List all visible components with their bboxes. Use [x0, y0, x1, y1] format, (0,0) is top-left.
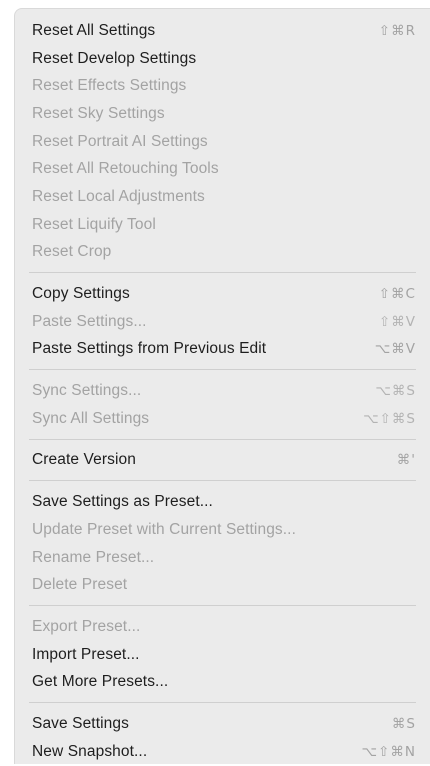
- menu-group-version: Create Version ⌘': [15, 447, 430, 475]
- menu-item-new-snapshot[interactable]: New Snapshot... ⌥⇧⌘N: [15, 738, 430, 766]
- menu-item-label: Get More Presets...: [32, 673, 169, 691]
- menu-item-shortcut: ⇧⌘V: [378, 313, 416, 330]
- menu-item-reset-sky-settings[interactable]: Reset Sky Settings: [15, 100, 430, 128]
- menu-item-label: New Snapshot...: [32, 742, 148, 760]
- menu-group-reset: Reset All Settings ⇧⌘R Reset Develop Sett…: [15, 17, 430, 266]
- menu-item-paste-settings[interactable]: Paste Settings... ⇧⌘V: [15, 308, 430, 336]
- menu-item-reset-all-settings[interactable]: Reset All Settings ⇧⌘R: [15, 17, 430, 45]
- menu-group-preset: Save Settings as Preset... Update Preset…: [15, 488, 430, 599]
- menu-separator: [29, 480, 416, 482]
- menu-item-shortcut: ⌥⇧⌘N: [361, 743, 416, 760]
- menu-item-shortcut: ⌘S: [391, 715, 416, 732]
- menu-item-label: Save Settings: [32, 714, 129, 732]
- menu-item-label: Sync Settings...: [32, 382, 142, 400]
- menu-item-delete-preset[interactable]: Delete Preset: [15, 571, 430, 599]
- menu-item-label: Paste Settings from Previous Edit: [32, 340, 267, 358]
- menu-separator: [29, 369, 416, 371]
- menu-item-create-version[interactable]: Create Version ⌘': [15, 447, 430, 475]
- menu-item-shortcut: ⌥⌘S: [375, 383, 416, 400]
- menu-item-label: Reset Portrait AI Settings: [32, 132, 208, 150]
- menu-item-shortcut: ⌥⌘V: [374, 341, 416, 358]
- menu-separator: [29, 605, 416, 607]
- menu-group-sync: Sync Settings... ⌥⌘S Sync All Settings ⌥⇧⌘…: [15, 377, 430, 432]
- menu-item-label: Export Preset...: [32, 617, 141, 635]
- menu-item-reset-liquify-tool[interactable]: Reset Liquify Tool: [15, 211, 430, 239]
- menu-item-label: Import Preset...: [32, 645, 140, 663]
- menu-item-get-more-presets[interactable]: Get More Presets...: [15, 668, 430, 696]
- menu-item-label: Rename Preset...: [32, 548, 155, 566]
- menu-item-label: Paste Settings...: [32, 312, 147, 330]
- menu-item-label: Reset All Settings: [32, 21, 156, 39]
- menu-item-sync-all-settings[interactable]: Sync All Settings ⌥⇧⌘S: [15, 405, 430, 433]
- menu-item-label: Create Version: [32, 451, 136, 469]
- menu-separator: [29, 272, 416, 274]
- settings-menu: Reset All Settings ⇧⌘R Reset Develop Sett…: [14, 8, 430, 764]
- menu-item-reset-develop-settings[interactable]: Reset Develop Settings: [15, 45, 430, 73]
- menu-item-shortcut: ⇧⌘R: [378, 22, 416, 39]
- menu-item-label: Delete Preset: [32, 576, 128, 594]
- menu-group-save: Save Settings ⌘S New Snapshot... ⌥⇧⌘N: [15, 710, 430, 765]
- menu-item-label: Reset All Retouching Tools: [32, 160, 219, 178]
- menu-item-label: Copy Settings: [32, 285, 130, 303]
- menu-item-label: Reset Local Adjustments: [32, 187, 205, 205]
- menu-item-sync-settings[interactable]: Sync Settings... ⌥⌘S: [15, 377, 430, 405]
- menu-item-paste-settings-from-previous-edit[interactable]: Paste Settings from Previous Edit ⌥⌘V: [15, 336, 430, 364]
- menu-item-shortcut: ⌥⇧⌘S: [363, 410, 416, 427]
- menu-separator: [29, 702, 416, 704]
- menu-item-reset-local-adjustments[interactable]: Reset Local Adjustments: [15, 183, 430, 211]
- menu-item-label: Sync All Settings: [32, 409, 150, 427]
- menu-item-label: Save Settings as Preset...: [32, 493, 213, 511]
- menu-item-reset-effects-settings[interactable]: Reset Effects Settings: [15, 72, 430, 100]
- menu-item-label: Reset Liquify Tool: [32, 215, 156, 233]
- menu-group-copy-paste: Copy Settings ⇧⌘C Paste Settings... ⇧⌘V Pa…: [15, 280, 430, 363]
- menu-item-shortcut: ⌘': [396, 452, 416, 469]
- menu-item-label: Update Preset with Current Settings...: [32, 520, 296, 538]
- menu-item-save-settings[interactable]: Save Settings ⌘S: [15, 710, 430, 738]
- menu-group-import-export: Export Preset... Import Preset... Get Mo…: [15, 613, 430, 696]
- menu-item-label: Reset Develop Settings: [32, 49, 197, 67]
- menu-item-copy-settings[interactable]: Copy Settings ⇧⌘C: [15, 280, 430, 308]
- menu-item-import-preset[interactable]: Import Preset...: [15, 641, 430, 669]
- menu-item-reset-all-retouching-tools[interactable]: Reset All Retouching Tools: [15, 155, 430, 183]
- menu-item-label: Reset Crop: [32, 243, 112, 261]
- menu-item-label: Reset Sky Settings: [32, 104, 165, 122]
- menu-item-rename-preset[interactable]: Rename Preset...: [15, 544, 430, 572]
- menu-item-label: Reset Effects Settings: [32, 77, 187, 95]
- menu-item-reset-crop[interactable]: Reset Crop: [15, 239, 430, 267]
- menu-item-shortcut: ⇧⌘C: [378, 286, 416, 303]
- menu-separator: [29, 438, 416, 440]
- menu-item-export-preset[interactable]: Export Preset...: [15, 613, 430, 641]
- menu-item-update-preset[interactable]: Update Preset with Current Settings...: [15, 516, 430, 544]
- menu-item-reset-portrait-ai-settings[interactable]: Reset Portrait AI Settings: [15, 128, 430, 156]
- menu-item-save-settings-as-preset[interactable]: Save Settings as Preset...: [15, 488, 430, 516]
